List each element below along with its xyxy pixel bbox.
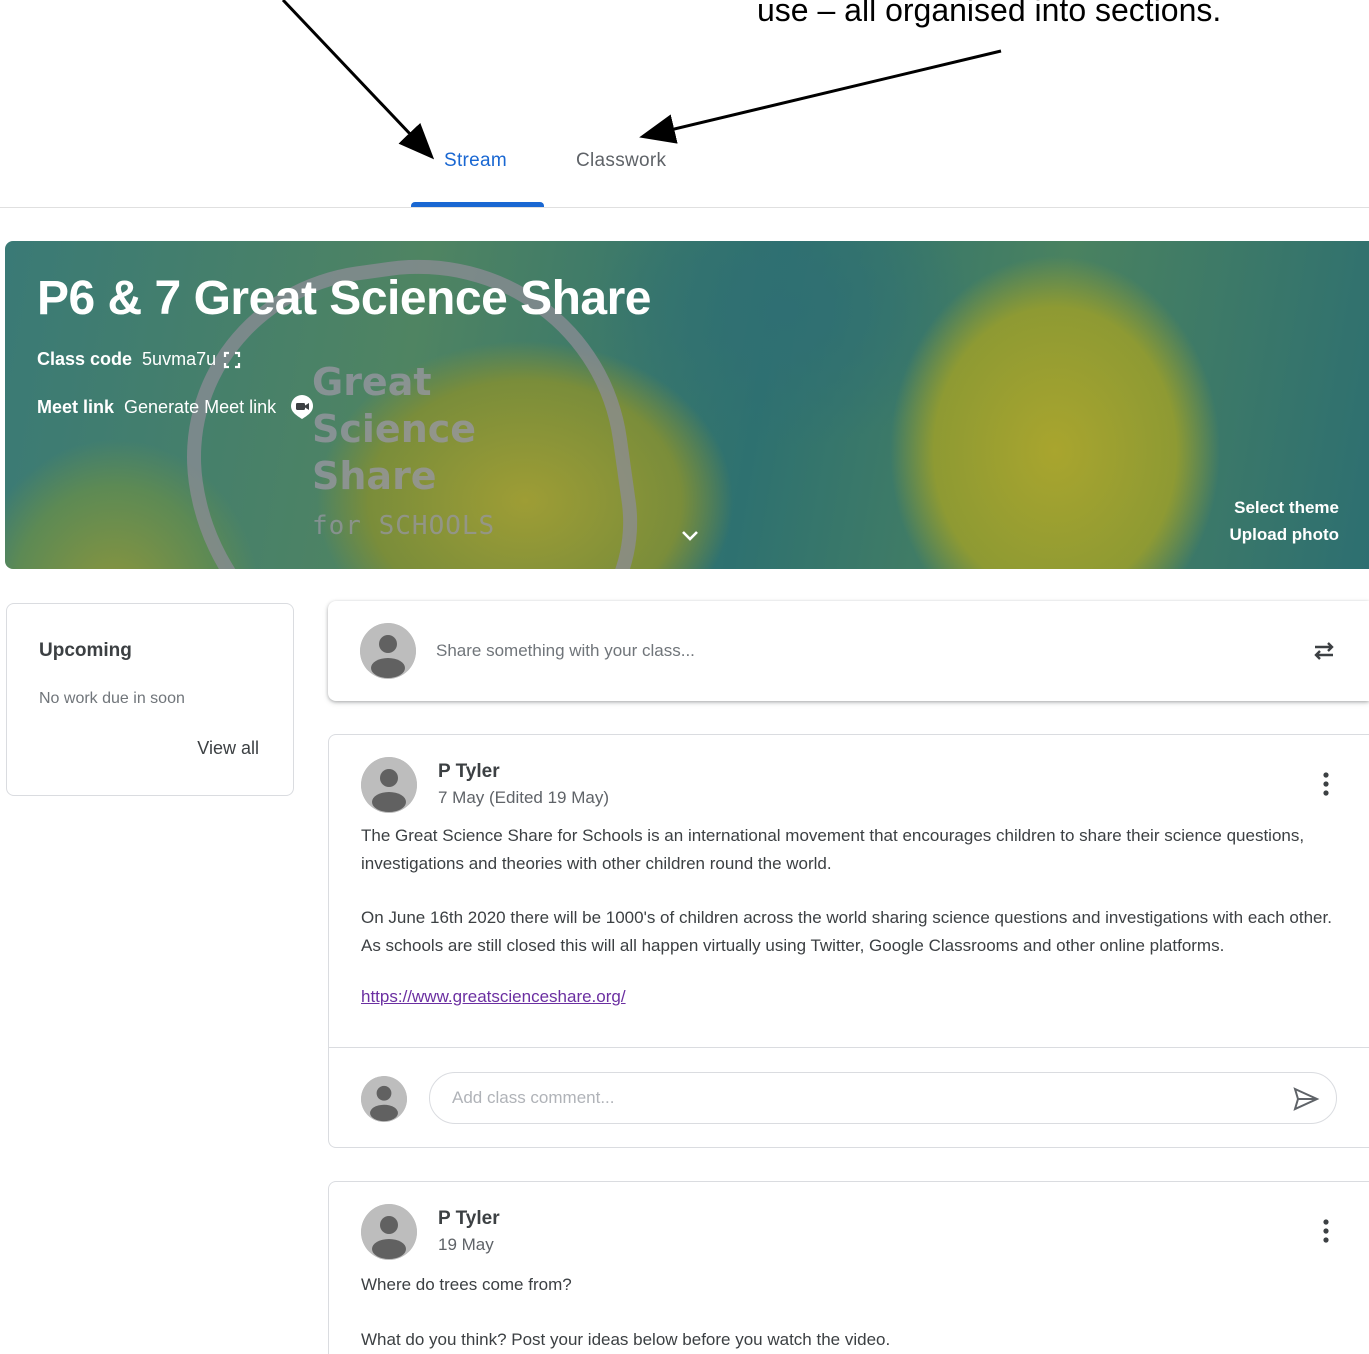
active-tab-indicator [411,202,544,207]
post-date: 19 May [438,1235,494,1254]
post-author: P Tyler [438,761,500,782]
class-code-row: Class code 5uvma7u [37,349,242,370]
account-avatar-icon [361,757,417,813]
stream-post: P Tyler 7 May (Edited 19 May) The Great … [328,734,1369,1148]
banner-logo-line: Science [312,407,477,451]
banner-logo-subtitle: for SCHOOLS [312,511,496,541]
banner-logo-line: Great [312,360,432,404]
annotation-caption: use – all organised into sections. [757,0,1222,28]
banner-logo-text: Great Science Share [312,359,476,500]
class-code-label: Class code [37,349,133,369]
post-date: 7 May (Edited 19 May) [438,788,610,807]
banner-logo-line: Share [312,454,437,498]
class-title: P6 & 7 Great Science Share [37,272,652,325]
view-all-link[interactable]: View all [197,738,259,759]
chevron-down-icon[interactable] [679,527,701,545]
post-paragraph: What do you think? Post your ideas below… [361,1330,891,1349]
meet-link-row: Meet link Generate Meet link [37,393,316,421]
post-author: P Tyler [438,1208,500,1229]
class-code-value: 5uvma7u [142,349,217,369]
account-avatar-icon [360,623,416,679]
tab-bar: Stream Classwork [0,130,1369,208]
post-paragraph: Where do trees come from? [361,1275,572,1294]
tab-stream[interactable]: Stream [444,150,507,172]
post-paragraph: On June 16th 2020 there will be 1000's o… [361,908,1332,955]
share-placeholder: Share something with your class... [436,641,695,660]
upcoming-card: Upcoming No work due in soon View all [6,603,294,796]
upcoming-title: Upcoming [39,640,132,661]
account-avatar-icon [361,1076,407,1122]
banner-actions: Select theme Upload photo [1229,494,1339,548]
post-paragraph: The Great Science Share for Schools is a… [361,826,1305,873]
generate-meet-link[interactable]: Generate Meet link [124,397,276,418]
post-link[interactable]: https://www.greatscienceshare.org/ [361,987,626,1007]
meet-link-label: Meet link [37,396,115,417]
class-comment-input[interactable]: Add class comment... [429,1072,1337,1124]
more-vert-icon[interactable] [1321,771,1331,797]
select-theme-button[interactable]: Select theme [1229,494,1339,521]
divider [329,1047,1369,1048]
account-avatar-icon [361,1204,417,1260]
class-banner: Great Science Share for SCHOOLS P6 & 7 G… [5,241,1369,569]
stream-post: P Tyler 19 May Where do trees come from?… [328,1181,1369,1354]
comment-placeholder: Add class comment... [452,1088,615,1107]
send-icon[interactable] [1292,1085,1320,1113]
more-vert-icon[interactable] [1321,1218,1331,1244]
repost-icon[interactable] [1309,636,1339,666]
tab-classwork[interactable]: Classwork [576,150,666,172]
upcoming-empty-text: No work due in soon [39,690,185,707]
arrow-to-classwork [639,49,1002,144]
meet-video-icon[interactable] [288,393,316,421]
upload-photo-button[interactable]: Upload photo [1229,521,1339,548]
fullscreen-icon[interactable] [222,350,242,370]
share-with-class-box[interactable]: Share something with your class... [328,601,1369,701]
